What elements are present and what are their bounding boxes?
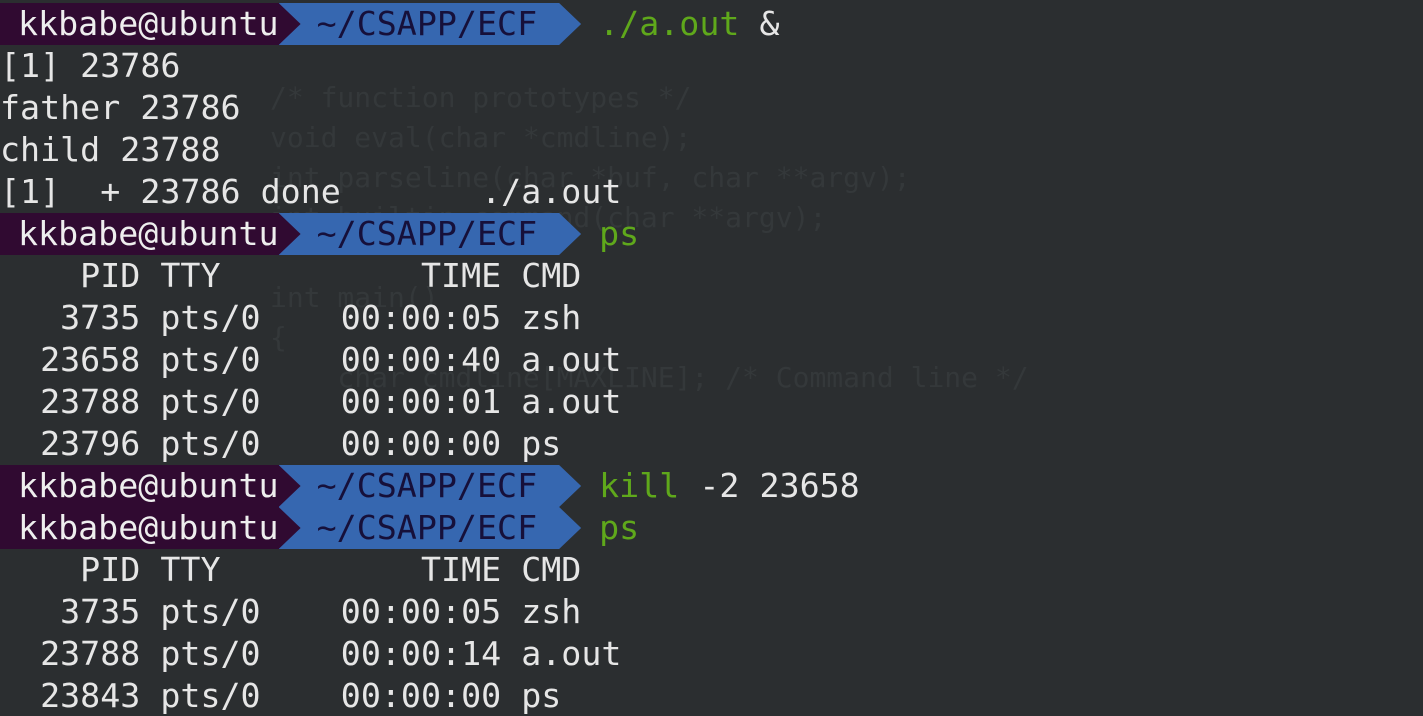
prompt-cwd: ~/CSAPP/ECF xyxy=(279,213,582,255)
prompt-cwd: ~/CSAPP/ECF xyxy=(279,507,582,549)
command-line: ps xyxy=(599,214,640,253)
command-line: ./a.out & xyxy=(599,4,780,43)
prompt-cwd: ~/CSAPP/ECF xyxy=(279,3,582,45)
ps-row: 23788 pts/0 00:00:14 a.out xyxy=(0,634,622,673)
shell-prompt: kkbabe@ubuntu ~/CSAPP/ECF ps xyxy=(0,507,639,549)
ps-row: 3735 pts/0 00:00:05 zsh xyxy=(0,298,582,337)
prompt-user-host: kkbabe@ubuntu xyxy=(0,507,301,549)
ps-row: 3735 pts/0 00:00:05 zsh xyxy=(0,592,582,631)
ps-row: 23658 pts/0 00:00:40 a.out xyxy=(0,340,622,379)
prompt-user-host: kkbabe@ubuntu xyxy=(0,213,301,255)
shell-prompt: kkbabe@ubuntu ~/CSAPP/ECF ./a.out & xyxy=(0,3,780,45)
shell-prompt: kkbabe@ubuntu ~/CSAPP/ECF kill -2 23658 xyxy=(0,465,860,507)
output-line: [1] + 23786 done ./a.out xyxy=(0,172,622,211)
shell-prompt: kkbabe@ubuntu ~/CSAPP/ECF ps xyxy=(0,213,639,255)
output-line: child 23788 xyxy=(0,130,221,169)
ps-row: 23796 pts/0 00:00:00 ps xyxy=(0,424,562,463)
ps-header: PID TTY TIME CMD xyxy=(0,256,582,295)
output-line: [1] 23786 xyxy=(0,46,181,85)
command-line: ps xyxy=(599,508,640,547)
prompt-cwd: ~/CSAPP/ECF xyxy=(279,465,582,507)
terminal-window[interactable]: /* function prototypes */ void eval(char… xyxy=(0,0,1423,716)
output-line: father 23786 xyxy=(0,88,241,127)
prompt-user-host: kkbabe@ubuntu xyxy=(0,465,301,507)
ps-row: 23843 pts/0 00:00:00 ps xyxy=(0,676,562,715)
ps-row: 23788 pts/0 00:00:01 a.out xyxy=(0,382,622,421)
ps-header: PID TTY TIME CMD xyxy=(0,550,582,589)
command-line: kill -2 23658 xyxy=(599,466,860,505)
prompt-user-host: kkbabe@ubuntu xyxy=(0,3,301,45)
